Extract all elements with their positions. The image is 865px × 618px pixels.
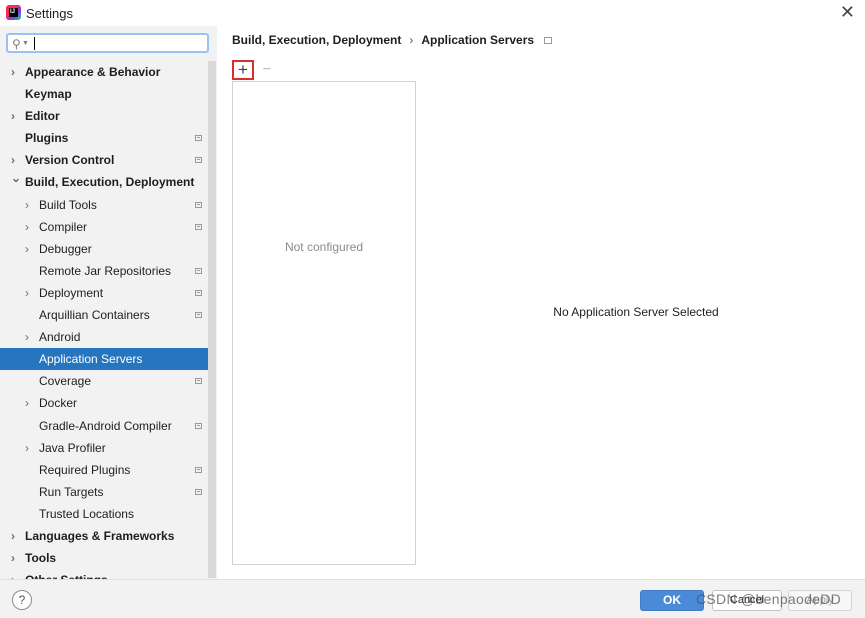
sidebar-scrollbar[interactable]: [208, 61, 216, 578]
sidebar-item-label: Java Profiler: [39, 440, 106, 455]
chevron-right-icon[interactable]: ›: [11, 569, 15, 579]
sidebar-item-label: Required Plugins: [39, 462, 131, 477]
search-field[interactable]: ⚲ ▼: [6, 33, 209, 53]
sidebar-item-label: Other Settings: [25, 569, 108, 579]
search-icon: ⚲: [12, 37, 21, 51]
sidebar-item-label: Remote Jar Repositories: [39, 263, 172, 278]
no-selection-text: No Application Server Selected: [553, 305, 719, 319]
sidebar-item-plugins[interactable]: Plugins: [0, 127, 208, 149]
sidebar-item-build-execution-deployment[interactable]: ⌄ Build, Execution, Deployment: [0, 171, 208, 193]
sidebar-item-build-tools[interactable]: › Build Tools: [0, 194, 208, 216]
breadcrumb-current: Application Servers: [421, 33, 535, 47]
chevron-right-icon[interactable]: ›: [11, 547, 15, 569]
sidebar-item-label: Docker: [39, 396, 78, 411]
sidebar-item-keymap[interactable]: Keymap: [0, 83, 208, 105]
application-server-list[interactable]: Not configured: [232, 81, 416, 565]
chevron-right-icon[interactable]: ›: [25, 238, 29, 260]
add-server-button[interactable]: +: [232, 60, 254, 80]
sidebar-item-application-servers[interactable]: Application Servers: [0, 348, 208, 371]
chevron-down-icon[interactable]: ⌄: [11, 167, 21, 189]
breadcrumb: Build, Execution, Deployment › Application…: [232, 33, 553, 47]
chevron-right-icon[interactable]: ›: [11, 61, 15, 83]
sidebar-item-label: Languages & Frameworks: [25, 528, 175, 543]
sidebar-item-android[interactable]: › Android: [0, 326, 208, 348]
window-title: Settings: [26, 6, 73, 21]
sidebar-item-gradle-android-compiler[interactable]: Gradle-Android Compiler: [0, 415, 208, 437]
help-button[interactable]: ?: [12, 590, 32, 610]
chevron-right-icon[interactable]: ›: [25, 194, 29, 216]
chevron-right-icon[interactable]: ›: [25, 326, 29, 348]
sidebar-item-debugger[interactable]: › Debugger: [0, 238, 208, 260]
project-scope-icon: [195, 157, 202, 164]
project-scope-icon: [195, 378, 202, 385]
breadcrumb-separator-icon: ›: [409, 33, 414, 47]
chevron-right-icon[interactable]: ›: [11, 105, 15, 127]
project-scope-icon: [195, 466, 202, 473]
search-options-caret-icon[interactable]: ▼: [22, 40, 29, 47]
sidebar-item-remote-jar-repositories[interactable]: Remote Jar Repositories: [0, 260, 208, 282]
settings-sidebar: ⚲ ▼ › Appearance & Behavior Keymap › Editor P…: [0, 26, 217, 579]
breadcrumb-parent[interactable]: Build, Execution, Deployment: [232, 33, 401, 47]
sidebar-item-run-targets[interactable]: Run Targets: [0, 481, 208, 503]
sidebar-item-appearance-and-behavior[interactable]: › Appearance & Behavior: [0, 61, 208, 83]
project-scope-icon: [544, 37, 553, 44]
chevron-right-icon[interactable]: ›: [25, 392, 29, 414]
ok-button[interactable]: OK: [640, 590, 704, 611]
sidebar-item-docker[interactable]: › Docker: [0, 392, 208, 414]
sidebar-item-deployment[interactable]: › Deployment: [0, 282, 208, 304]
chevron-right-icon[interactable]: ›: [25, 216, 29, 238]
intellij-app-icon: IJ: [6, 5, 21, 20]
sidebar-item-java-profiler[interactable]: › Java Profiler: [0, 437, 208, 459]
close-icon[interactable]: ✕: [840, 3, 855, 21]
project-scope-icon: [195, 267, 202, 274]
settings-tree: › Appearance & Behavior Keymap › Editor Plugi…: [0, 61, 208, 579]
sidebar-item-label: Build Tools: [39, 197, 97, 212]
sidebar-item-compiler[interactable]: › Compiler: [0, 216, 208, 238]
chevron-right-icon[interactable]: ›: [25, 282, 29, 304]
title-bar: IJ Settings ✕: [0, 0, 865, 26]
chevron-right-icon[interactable]: ›: [25, 437, 29, 459]
sidebar-item-editor[interactable]: › Editor: [0, 105, 208, 127]
project-scope-icon: [195, 312, 202, 319]
search-input[interactable]: [32, 36, 202, 50]
empty-list-text: Not configured: [284, 240, 364, 254]
sidebar-item-label: Arquillian Containers: [39, 308, 150, 323]
sidebar-item-required-plugins[interactable]: Required Plugins: [0, 459, 208, 481]
sidebar-item-trusted-locations[interactable]: Trusted Locations: [0, 503, 208, 525]
sidebar-item-label: Plugins: [25, 131, 69, 146]
project-scope-icon: [195, 289, 202, 296]
sidebar-item-label: Coverage: [39, 374, 92, 389]
sidebar-item-label: Build, Execution, Deployment: [25, 175, 195, 190]
sidebar-item-label: Tools: [25, 551, 57, 566]
project-scope-icon: [195, 135, 202, 142]
project-scope-icon: [195, 223, 202, 230]
sidebar-item-other-settings[interactable]: › Other Settings: [0, 569, 208, 579]
project-scope-icon: [195, 201, 202, 208]
project-scope-icon: [195, 488, 202, 495]
watermark-text: CSDN @benpaodeDD: [696, 591, 842, 607]
sidebar-item-label: Keymap: [25, 87, 72, 102]
sidebar-item-label: Debugger: [39, 241, 92, 256]
project-scope-icon: [195, 422, 202, 429]
sidebar-item-label: Compiler: [39, 219, 88, 234]
chevron-right-icon[interactable]: ›: [11, 525, 15, 547]
sidebar-item-label: Application Servers: [39, 352, 143, 367]
sidebar-item-label: Editor: [25, 109, 60, 124]
sidebar-item-languages-and-frameworks[interactable]: › Languages & Frameworks: [0, 525, 208, 547]
sidebar-item-label: Deployment: [39, 285, 104, 300]
sidebar-item-label: Appearance & Behavior: [25, 65, 161, 79]
sidebar-item-label: Run Targets: [39, 484, 104, 499]
sidebar-item-arquillian-containers[interactable]: Arquillian Containers: [0, 304, 208, 326]
sidebar-item-label: Version Control: [25, 153, 115, 168]
sidebar-item-coverage[interactable]: Coverage: [0, 370, 208, 392]
sidebar-item-tools[interactable]: › Tools: [0, 547, 208, 569]
sidebar-item-version-control[interactable]: › Version Control: [0, 149, 208, 171]
sidebar-item-label: Gradle-Android Compiler: [39, 418, 172, 433]
remove-server-button[interactable]: −: [260, 60, 274, 80]
sidebar-item-label: Trusted Locations: [39, 506, 134, 521]
sidebar-item-label: Android: [39, 330, 81, 345]
